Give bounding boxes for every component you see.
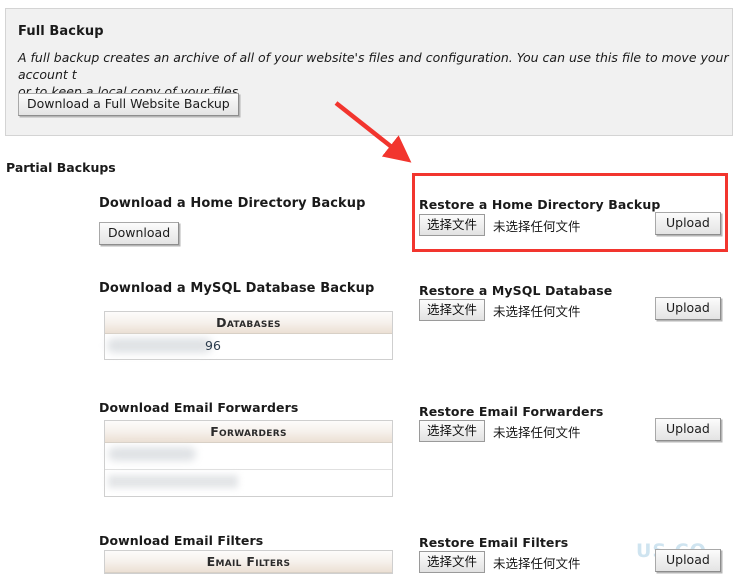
download-email-forwarders-heading: Download Email Forwarders xyxy=(99,400,299,415)
forwarders-table: Forwarders xyxy=(104,420,393,497)
restore-mysql-database-heading: Restore a MySQL Database xyxy=(419,283,613,298)
file-status-forwarders: 未选择任何文件 xyxy=(493,424,581,440)
file-status-filters: 未选择任何文件 xyxy=(493,555,581,571)
redacted-forwarder-1 xyxy=(108,447,196,461)
file-status-home: 未选择任何文件 xyxy=(493,218,581,234)
upload-home-directory-wrapper: Upload xyxy=(655,212,721,235)
download-full-website-backup-button[interactable]: Download a Full Website Backup xyxy=(18,93,239,116)
download-home-directory-button[interactable]: Download xyxy=(99,222,180,245)
download-home-directory-wrapper: Download xyxy=(99,222,180,245)
databases-table-header: Databases xyxy=(105,312,392,334)
upload-filters-wrapper: Upload xyxy=(655,549,721,572)
choose-file-button-forwarders[interactable]: 选择文件 xyxy=(419,420,486,442)
restore-mysql-file-row: 选择文件 未选择任何文件 xyxy=(419,299,581,321)
restore-email-filters-heading: Restore Email Filters xyxy=(419,535,569,550)
choose-file-button-mysql[interactable]: 选择文件 xyxy=(419,299,486,321)
email-filters-table: Email Filters xyxy=(104,550,393,574)
restore-home-directory-file-row: 选择文件 未选择任何文件 xyxy=(419,214,581,236)
redacted-database-name xyxy=(107,338,212,353)
databases-table: Databases 96 xyxy=(104,311,393,360)
restore-home-directory-heading: Restore a Home Directory Backup xyxy=(419,197,661,212)
forwarders-table-header: Forwarders xyxy=(105,421,392,443)
table-row[interactable] xyxy=(105,470,392,496)
download-full-website-backup-wrapper: Download a Full Website Backup xyxy=(18,93,239,116)
upload-home-directory-button[interactable]: Upload xyxy=(655,212,721,235)
file-status-mysql: 未选择任何文件 xyxy=(493,303,581,319)
table-row[interactable] xyxy=(105,443,392,470)
upload-mysql-wrapper: Upload xyxy=(655,297,721,320)
download-home-directory-heading: Download a Home Directory Backup xyxy=(99,196,366,211)
download-mysql-database-heading: Download a MySQL Database Backup xyxy=(99,281,375,296)
download-email-filters-heading: Download Email Filters xyxy=(99,533,264,548)
restore-forwarders-file-row: 选择文件 未选择任何文件 xyxy=(419,420,581,442)
partial-backups-title: Partial Backups xyxy=(6,160,116,175)
upload-forwarders-button[interactable]: Upload xyxy=(655,418,721,441)
restore-email-forwarders-heading: Restore Email Forwarders xyxy=(419,404,604,419)
redacted-forwarder-2 xyxy=(108,475,238,488)
upload-forwarders-wrapper: Upload xyxy=(655,418,721,441)
table-row[interactable]: 96 xyxy=(105,334,392,359)
full-backup-panel: Full Backup A full backup creates an arc… xyxy=(5,8,733,136)
choose-file-button-home[interactable]: 选择文件 xyxy=(419,214,486,236)
database-name-suffix: 96 xyxy=(205,338,221,353)
upload-filters-button[interactable]: Upload xyxy=(655,549,721,572)
full-backup-title: Full Backup xyxy=(18,24,104,39)
upload-mysql-button[interactable]: Upload xyxy=(655,297,721,320)
